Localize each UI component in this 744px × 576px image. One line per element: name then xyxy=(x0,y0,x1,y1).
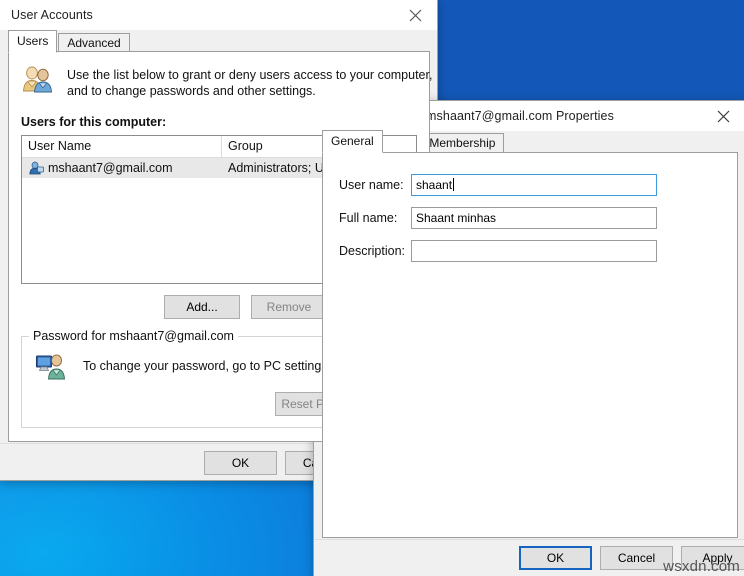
properties-tabpanel: User name: shaant Full name: Shaant minh… xyxy=(322,152,738,538)
properties-cancel-button[interactable]: Cancel xyxy=(600,546,673,570)
full-name-value: Shaant minhas xyxy=(416,211,497,225)
user-at-computer-icon xyxy=(35,352,67,382)
tab-general[interactable]: General xyxy=(322,130,383,153)
close-icon[interactable] xyxy=(702,101,744,131)
users-list-label: Users for this computer: xyxy=(21,115,167,129)
full-name-label: Full name: xyxy=(339,211,398,225)
column-header-user-name[interactable]: User Name xyxy=(22,136,222,157)
add-button[interactable]: Add... xyxy=(164,295,240,319)
password-groupbox-legend: Password for mshaant7@gmail.com xyxy=(29,329,238,343)
remove-button[interactable]: Remove xyxy=(251,295,327,319)
user-accounts-tabstrip: Users Advanced xyxy=(0,30,437,53)
header-line-2: and to change passwords and other settin… xyxy=(67,84,316,98)
text-caret xyxy=(453,178,455,191)
user-accounts-title: User Accounts xyxy=(11,8,93,22)
tab-users[interactable]: Users xyxy=(8,30,58,53)
tab-advanced[interactable]: Advanced xyxy=(58,33,130,53)
cell-user-name-text: mshaant7@gmail.com xyxy=(48,161,173,175)
user-accounts-header: Use the list below to grant or deny user… xyxy=(21,64,432,99)
users-group-icon xyxy=(21,64,55,94)
user-name-input[interactable]: shaant xyxy=(411,174,657,196)
description-field-row: Description: xyxy=(323,240,657,262)
user-name-field-row: User name: shaant xyxy=(323,174,657,196)
account-properties-window: MicrosoftAccount\mshaant7@gmail.com Prop… xyxy=(313,100,744,576)
user-name-value: shaant xyxy=(416,178,453,192)
properties-apply-button[interactable]: Apply xyxy=(681,546,744,570)
user-account-icon xyxy=(28,161,44,175)
full-name-input[interactable]: Shaant minhas xyxy=(411,207,657,229)
properties-footer-divider xyxy=(314,539,744,540)
header-line-1: Use the list below to grant or deny user… xyxy=(67,68,433,82)
cell-user-name: mshaant7@gmail.com xyxy=(22,158,222,178)
description-input[interactable] xyxy=(411,240,657,262)
user-accounts-titlebar: User Accounts xyxy=(0,0,437,30)
properties-ok-button[interactable]: OK xyxy=(519,546,592,570)
close-icon[interactable] xyxy=(394,0,437,30)
full-name-field-row: Full name: Shaant minhas xyxy=(323,207,657,229)
user-name-label: User name: xyxy=(339,178,404,192)
description-label: Description: xyxy=(339,244,405,258)
properties-tabstrip: General Group Membership xyxy=(314,130,744,153)
user-accounts-ok-button[interactable]: OK xyxy=(204,451,277,475)
user-accounts-header-text: Use the list below to grant or deny user… xyxy=(67,64,432,99)
